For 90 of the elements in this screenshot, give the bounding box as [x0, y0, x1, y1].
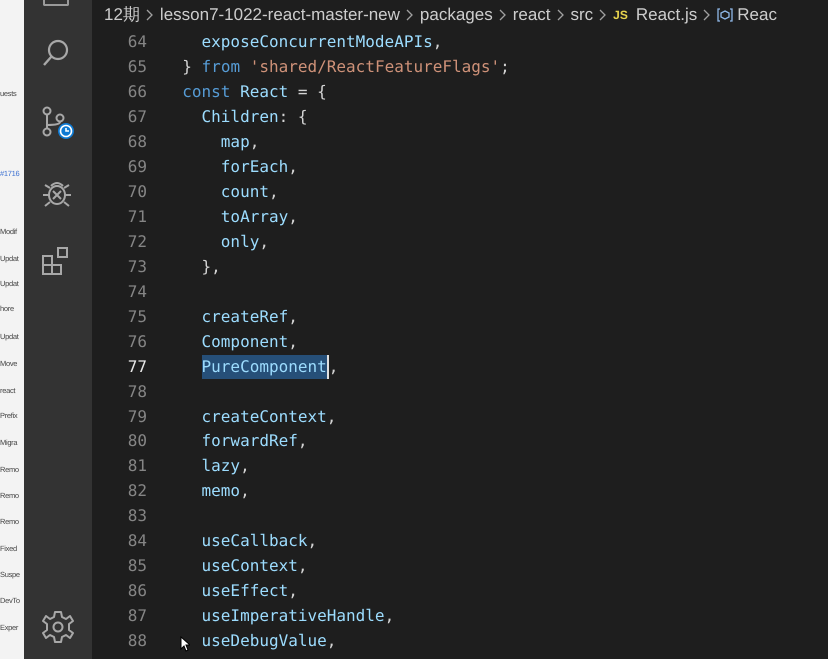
breadcrumb-item[interactable]: lesson7-1022-react-master-new — [160, 2, 400, 28]
line-number: 81 — [128, 455, 147, 478]
line-number: 85 — [128, 555, 147, 578]
code-token: createContext — [202, 406, 327, 428]
code-token: , — [240, 480, 250, 502]
code-token: }, — [202, 256, 221, 278]
code-token: , — [288, 306, 298, 328]
line-number: 66 — [128, 81, 147, 104]
code-token: Children — [202, 106, 279, 128]
line-number: 86 — [128, 580, 147, 602]
code-token: , — [384, 605, 394, 628]
line-number: 69 — [128, 156, 147, 178]
breadcrumb-item[interactable]: 12期 — [104, 2, 140, 28]
code-token: , — [240, 455, 250, 478]
code-token: useCallback — [202, 530, 308, 552]
file-type-label: JS — [613, 7, 628, 24]
line-number: 83 — [128, 505, 147, 528]
line-number: 76 — [128, 330, 147, 353]
code-token: lazy — [202, 455, 240, 478]
code-token: React — [240, 81, 288, 104]
code-token: , — [288, 156, 298, 178]
chevron-right-icon — [406, 9, 414, 21]
code-token: , — [268, 181, 279, 204]
code-token: , — [308, 530, 318, 552]
code-token: , — [288, 330, 298, 353]
settings-icon[interactable] — [41, 610, 75, 644]
chevron-right-icon — [146, 9, 154, 21]
line-number: 82 — [128, 480, 147, 502]
code-token: exposeConcurrentModeAPIs — [202, 31, 433, 54]
line-number: 68 — [128, 131, 147, 154]
code-token: , — [259, 230, 269, 253]
chevron-right-icon — [703, 9, 712, 21]
line-number: 72 — [128, 230, 147, 253]
breadcrumb-item[interactable]: React.js — [636, 2, 698, 28]
line-number: 75 — [128, 306, 147, 328]
code-token: , — [328, 356, 338, 378]
code-token: from — [202, 56, 240, 78]
code-token: only — [220, 230, 260, 253]
code-token: useDebugValue — [202, 630, 327, 652]
chevron-right-icon — [498, 9, 507, 21]
line-number: 74 — [128, 280, 147, 303]
selected-text: PureComponent — [202, 354, 329, 379]
line-number: 64 — [128, 31, 147, 54]
code-token: count — [220, 181, 269, 204]
code-token: createRef — [202, 306, 288, 328]
line-number: 84 — [128, 530, 147, 552]
code-token: , — [298, 555, 308, 578]
source-control-icon[interactable] — [41, 106, 75, 140]
code-token: 'shared/ReactFeatureFlags' — [250, 56, 500, 78]
line-number: 87 — [128, 605, 147, 628]
code-token: forEach — [220, 156, 288, 178]
code-token: toArray — [220, 206, 288, 228]
code-token: , — [326, 406, 336, 428]
code-token: , — [326, 630, 336, 652]
code-token: Component — [202, 330, 288, 353]
code-token: ; — [500, 56, 510, 78]
line-number: 73 — [128, 256, 147, 278]
line-number: 70 — [128, 181, 147, 204]
line-number: 88 — [128, 630, 147, 652]
line-number: 77 — [128, 356, 147, 378]
code-token: } — [182, 56, 192, 78]
line-number: 80 — [128, 430, 147, 452]
line-number: 71 — [128, 206, 147, 228]
chevron-right-icon — [599, 9, 608, 21]
line-number: 78 — [128, 380, 147, 403]
code-token: , — [298, 430, 308, 452]
code-token: , — [250, 131, 260, 154]
chevron-right-icon — [556, 9, 564, 21]
breadcrumb-item[interactable]: src — [570, 2, 594, 28]
code-token: const — [182, 81, 230, 104]
breadcrumb-item[interactable]: Reac — [737, 2, 777, 28]
files-icon[interactable] — [43, 0, 69, 6]
code-token: useContext — [202, 555, 298, 578]
code-token: useEffect — [202, 580, 288, 602]
breadcrumb-item[interactable]: packages — [420, 2, 493, 28]
line-number: 67 — [128, 106, 147, 128]
mouse-pointer-icon — [180, 636, 190, 652]
code-token: , — [288, 580, 298, 602]
code-token: = { — [298, 81, 327, 104]
code-token: map — [220, 131, 250, 154]
line-number: 65 — [128, 56, 147, 78]
code-token: useImperativeHandle — [202, 605, 385, 628]
code-token: forwardRef — [202, 430, 298, 452]
code-token: , — [288, 206, 298, 228]
line-number: 79 — [128, 406, 147, 428]
symbol-icon — [717, 7, 734, 23]
code-token: memo — [202, 480, 240, 502]
code-token: , — [432, 31, 442, 54]
breadcrumb-item[interactable]: react — [512, 2, 550, 28]
code-token: : { — [278, 106, 308, 128]
